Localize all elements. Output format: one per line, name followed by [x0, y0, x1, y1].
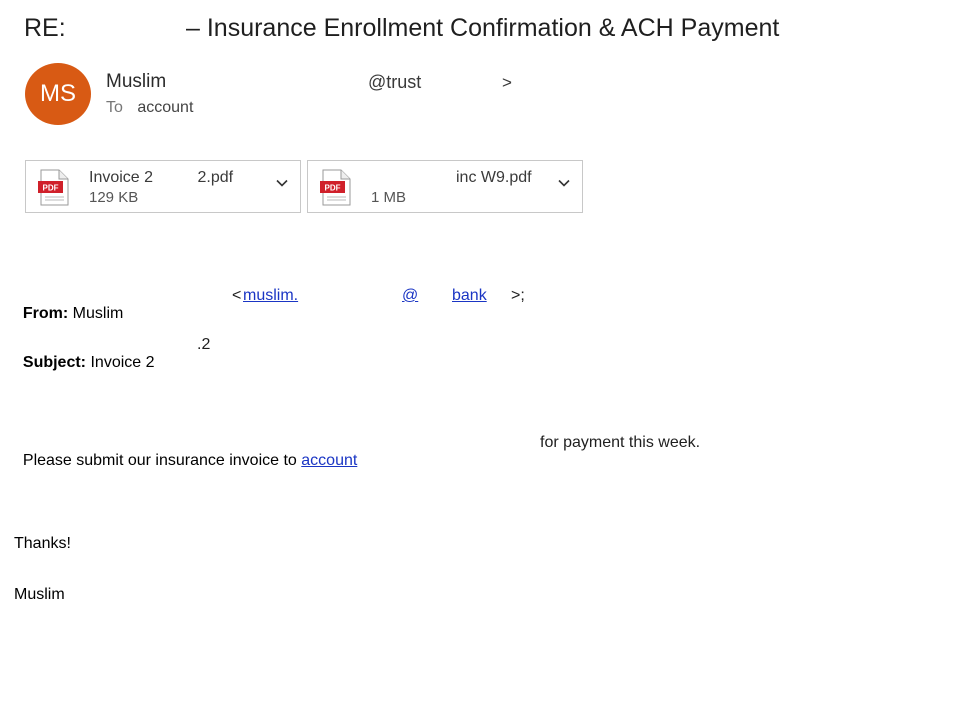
message-text: Please submit our insurance invoice to	[22, 452, 297, 469]
chevron-down-icon[interactable]	[274, 175, 290, 191]
attachment-name: inc W9.pdf	[456, 169, 532, 186]
forwarded-subject-line: Subject: Invoice 2	[14, 336, 155, 372]
attachment-card[interactable]: PDF inc W9.pdf 1 MB	[307, 160, 583, 213]
attachment-name: Invoice 2 2.pdf	[89, 169, 234, 186]
sender-name[interactable]: Muslim	[106, 71, 166, 93]
subject-text: – Insurance Enrollment Confirmation & AC…	[186, 14, 780, 42]
sender-avatar[interactable]: MS	[25, 63, 91, 125]
account-link[interactable]: account	[301, 452, 357, 469]
message-line: Please submit our insurance invoice to a…	[14, 434, 357, 470]
from-open-bracket: <	[232, 287, 242, 304]
recipient-line: To account	[106, 99, 193, 117]
email-subject: RE: – Insurance Enrollment Confirmation …	[24, 14, 944, 48]
sender-email-close: >	[502, 73, 512, 92]
subject-label: Subject:	[22, 354, 87, 371]
from-email-link[interactable]: muslim.	[243, 287, 298, 305]
from-email-domain-link[interactable]: bank	[452, 287, 487, 305]
message-text-suffix: for payment this week.	[540, 434, 701, 451]
attachment-size: 1 MB	[371, 189, 407, 206]
forwarded-subject-suffix: .2	[197, 336, 211, 353]
recipient-name[interactable]: account	[137, 99, 193, 116]
from-label: From:	[22, 305, 69, 322]
subject-prefix: RE:	[24, 14, 66, 42]
pdf-icon: PDF	[38, 169, 69, 206]
from-name: Muslim	[72, 305, 124, 322]
avatar-initials: MS	[40, 80, 76, 107]
svg-text:PDF: PDF	[325, 184, 341, 193]
svg-text:PDF: PDF	[43, 184, 59, 193]
attachment-size: 129 KB	[89, 189, 139, 206]
forwarded-subject-value: Invoice 2	[90, 354, 155, 371]
chevron-down-icon[interactable]	[556, 175, 572, 191]
forwarded-from-line: From: Muslim	[14, 287, 123, 323]
sender-email-fragment[interactable]: @trust	[368, 72, 421, 93]
from-email-at-link[interactable]: @	[402, 287, 418, 305]
to-label: To	[106, 99, 123, 116]
attachment-card[interactable]: PDF Invoice 2 2.pdf 129 KB	[25, 160, 301, 213]
from-close-bracket: >;	[511, 287, 525, 304]
pdf-icon: PDF	[320, 169, 351, 206]
message-signature: Muslim	[14, 586, 65, 603]
message-thanks: Thanks!	[14, 535, 71, 552]
